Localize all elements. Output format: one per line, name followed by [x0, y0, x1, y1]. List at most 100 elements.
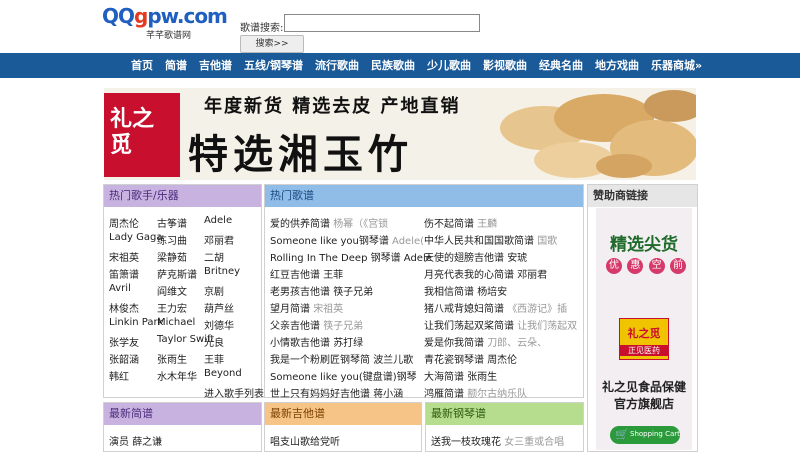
song-row[interactable]: Rolling In The Deep 钢琴谱 Adele — [270, 249, 432, 264]
hot-artists-panel: 热门歌手/乐器 周杰伦 古筝谱 Adele Lady Gaga 练习曲 邓丽君宋祖英 梁静茹… — [103, 184, 270, 400]
latest-jianpu-panel: 最新简谱 演员 薛之谦 — [103, 402, 262, 452]
song-row[interactable]: 爱是你我简谱 刀郎、云朵、 — [424, 334, 547, 349]
song-artist: 波兰儿歌 — [373, 355, 414, 366]
song-row[interactable]: Someone like you(键盘谱)钢琴 — [270, 368, 417, 383]
artist-link[interactable]: 张学友 — [109, 334, 139, 349]
artist-link[interactable]: 王力宏 — [157, 300, 187, 315]
nav-shop[interactable]: 乐器商城» — [645, 53, 708, 78]
nav-opera[interactable]: 地方戏曲 — [589, 53, 645, 78]
artist-link[interactable]: 笛箫谱 — [109, 266, 139, 281]
artist-link[interactable]: 刘德华 — [204, 317, 234, 332]
list-item[interactable]: 唱支山歌给党听 — [270, 433, 340, 448]
artist-link[interactable]: 光良 — [204, 334, 224, 349]
song-artist: 筷子兄弟 — [323, 321, 364, 332]
latest-piano-panel: 最新钢琴谱 送我一枝玫瑰花 女三重或合唱 — [425, 402, 584, 452]
nav-film[interactable]: 影视歌曲 — [477, 53, 533, 78]
site-logo[interactable]: QQgpw.com 芊芊歌谱网 — [102, 4, 228, 41]
search-input[interactable] — [284, 14, 480, 32]
artist-link[interactable]: 张雨生 — [157, 351, 187, 366]
song-artist: 国歌 — [537, 236, 558, 247]
song-row[interactable]: 中华人民共和国国歌简谱 国歌 — [424, 232, 557, 247]
list-item[interactable]: 演员 薛之谦 — [109, 433, 162, 448]
artist-link[interactable]: 水木年华 — [157, 368, 197, 383]
artist-link[interactable]: 周杰伦 — [109, 215, 139, 230]
song-row[interactable]: 大海简谱 张雨生 — [424, 368, 497, 383]
logo-pw: pw — [147, 4, 177, 28]
artist-link[interactable]: 韩红 — [109, 368, 129, 383]
song-row[interactable]: 父亲吉他谱 筷子兄弟 — [270, 317, 363, 332]
search-button[interactable]: 搜索>> — [240, 35, 304, 53]
song-title: Someone like you(键盘谱)钢琴 — [270, 372, 417, 383]
song-title: Someone like you钢琴谱 — [270, 236, 389, 247]
artist-link[interactable]: Adele — [204, 215, 232, 226]
logo-g: g — [134, 4, 148, 28]
song-artist: 让我们荡起双 — [517, 321, 578, 332]
artist-link[interactable]: 梁静茹 — [157, 249, 187, 264]
song-title: 天使的翅膀吉他谱 — [424, 253, 504, 264]
song-row[interactable]: 鸿雁简谱 额尔古纳乐队 — [424, 385, 527, 400]
song-title: 老男孩吉他谱 — [270, 287, 330, 298]
artist-link[interactable]: 葫芦丝 — [204, 300, 234, 315]
song-row[interactable]: 红豆吉他谱 王菲 — [270, 266, 343, 281]
song-row[interactable]: 天使的翅膀吉他谱 安琥 — [424, 249, 527, 264]
main-nav: 首页 简谱 吉他谱 五线/钢琴谱 流行歌曲 民族歌曲 少儿歌曲 影视歌曲 经典名… — [0, 53, 800, 78]
song-artist: 邓丽君 — [517, 270, 548, 281]
song-row[interactable]: Someone like you钢琴谱 Adele( — [270, 232, 424, 247]
song-row[interactable]: 伤不起简谱 王麟 — [424, 215, 497, 230]
song-artist: 王菲 — [323, 270, 344, 281]
artist-link[interactable]: 林俊杰 — [109, 300, 139, 315]
nav-jianpu[interactable]: 简谱 — [159, 53, 193, 78]
artist-list-more-link[interactable]: 进入歌手列表» — [204, 385, 270, 400]
song-row[interactable]: 我相信简谱 杨培安 — [424, 283, 507, 298]
artist-link[interactable]: Beyond — [204, 368, 242, 379]
song-row[interactable]: 青花瓷钢琴谱 周杰伦 — [424, 351, 517, 366]
nav-piano[interactable]: 五线/钢琴谱 — [238, 53, 309, 78]
artist-link[interactable]: 二胡 — [204, 249, 224, 264]
artist-link[interactable]: Britney — [204, 266, 240, 277]
artist-link[interactable]: 张韶涵 — [109, 351, 139, 366]
song-title: 我相信简谱 — [424, 287, 474, 298]
song-row[interactable]: 月亮代表我的心简谱 邓丽君 — [424, 266, 547, 281]
artist-link[interactable]: 京剧 — [204, 283, 224, 298]
song-artist: 王麟 — [477, 219, 498, 230]
artist-link[interactable]: 古筝谱 — [157, 215, 187, 230]
artist-link[interactable]: 邓丽君 — [204, 232, 234, 247]
latest-guitar-panel: 最新吉他谱 唱支山歌给党听 — [264, 402, 422, 452]
sponsor-ad[interactable]: 精选尖货 优 惠 空 前 礼之觅 正见医药 礼之见食品保健 官方旗舰店 🛒 Sh… — [596, 208, 692, 450]
logo-wordmark: QQgpw.com — [102, 4, 228, 28]
song-row[interactable]: 望月简谱 宋祖英 — [270, 300, 343, 315]
artist-link[interactable]: 阎维文 — [157, 283, 187, 298]
sponsor-ad-badges: 优 惠 空 前 — [606, 258, 686, 274]
song-title: 猪八戒背媳妇简谱 — [424, 304, 504, 315]
artist-link[interactable]: Avril — [109, 283, 131, 294]
song-row[interactable]: 小情歌吉他谱 苏打绿 — [270, 334, 363, 349]
nav-classic[interactable]: 经典名曲 — [533, 53, 589, 78]
nav-kids[interactable]: 少儿歌曲 — [421, 53, 477, 78]
nav-guitar[interactable]: 吉他谱 — [193, 53, 238, 78]
list-item[interactable]: 送我一枝玫瑰花 女三重或合唱 — [431, 433, 564, 448]
artist-link[interactable]: Linkin Park — [109, 317, 163, 328]
artist-link[interactable]: Lady Gaga — [109, 232, 163, 243]
song-artist: 刀郎、云朵、 — [487, 338, 548, 349]
song-row[interactable]: 我是一个粉刷匠钢琴简 波兰儿歌 — [270, 351, 413, 366]
hot-artists-title: 热门歌手/乐器 — [104, 185, 261, 207]
nav-folk[interactable]: 民族歌曲 — [365, 53, 421, 78]
latest-jianpu-song: 演员 — [109, 437, 129, 448]
cart-icon: 🛒 — [615, 428, 629, 441]
banner-ad[interactable]: 礼之觅 年度新货 精选去皮 产地直销 特选湘玉竹 — [104, 88, 696, 180]
artist-link[interactable]: 宋祖英 — [109, 249, 139, 264]
shopping-cart-button[interactable]: 🛒 Shopping Cart — [610, 426, 680, 444]
nav-home[interactable]: 首页 — [125, 53, 159, 78]
nav-pop[interactable]: 流行歌曲 — [309, 53, 365, 78]
artist-link[interactable]: Michael — [157, 317, 195, 328]
song-row[interactable]: 世上只有妈妈好吉他谱 蒋小涵 — [270, 385, 403, 400]
artist-link[interactable]: 练习曲 — [157, 232, 187, 247]
song-row[interactable]: 爱的供养简谱 杨幂（《宫锁 — [270, 215, 388, 230]
song-row[interactable]: 让我们荡起双桨简谱 让我们荡起双 — [424, 317, 577, 332]
song-row[interactable]: 猪八戒背媳妇简谱 《西游记》插 — [424, 300, 567, 315]
song-title: 大海简谱 — [424, 372, 464, 383]
banner-seal-logo: 礼之觅 — [104, 93, 180, 177]
song-row[interactable]: 老男孩吉他谱 筷子兄弟 — [270, 283, 373, 298]
artist-link[interactable]: 王菲 — [204, 351, 224, 366]
artist-link[interactable]: 萨克斯谱 — [157, 266, 197, 281]
